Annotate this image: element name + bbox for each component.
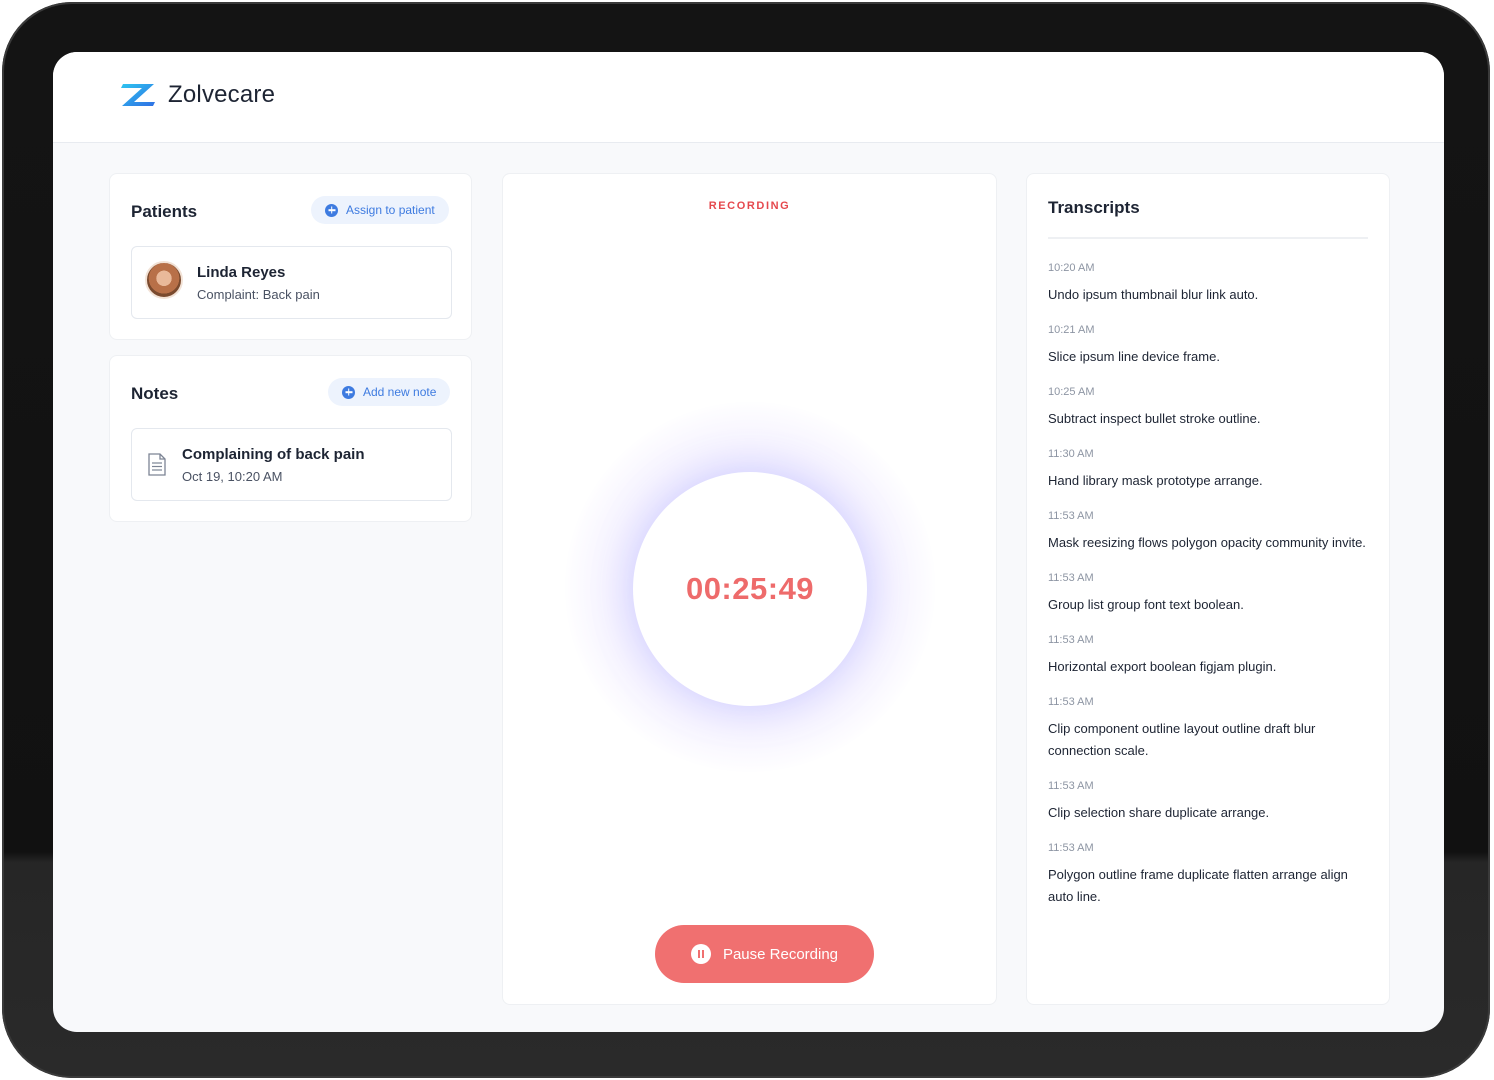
plus-circle-icon (325, 203, 338, 217)
transcript-entry: 11:53 AM Mask reesizing flows polygon op… (1048, 509, 1373, 554)
transcript-time: 10:25 AM (1048, 386, 1095, 398)
transcript-time: 11:53 AM (1048, 572, 1094, 584)
pause-recording-button[interactable]: Pause Recording (655, 925, 874, 983)
transcript-entry: 11:53 AM Group list group font text bool… (1048, 571, 1373, 616)
transcript-text: Group list group font text boolean. (1048, 597, 1244, 612)
assign-to-patient-button[interactable]: Assign to patient (311, 196, 449, 224)
transcript-text: Horizontal export boolean figjam plugin. (1048, 659, 1277, 674)
tablet-frame: Zolvecare Patients Assign to patient Lin… (2, 2, 1490, 1078)
transcripts-card: Transcripts 10:20 AM Undo ipsum thumbnai… (1026, 173, 1390, 1005)
transcript-time: 11:53 AM (1048, 634, 1094, 646)
transcript-text: Mask reesizing flows polygon opacity com… (1048, 535, 1366, 550)
transcript-list: 10:20 AM Undo ipsum thumbnail blur link … (1048, 261, 1373, 925)
zolvecare-logo-icon (121, 84, 155, 106)
app-screen: Zolvecare Patients Assign to patient Lin… (53, 52, 1444, 1032)
patient-complaint: Complaint: Back pain (197, 287, 320, 302)
note-title: Complaining of back pain (182, 446, 365, 463)
note-item[interactable]: Complaining of back pain Oct 19, 10:20 A… (131, 428, 452, 501)
patients-card: Patients Assign to patient Linda Reyes C… (109, 173, 472, 340)
transcript-text: Polygon outline frame duplicate flatten … (1048, 867, 1348, 904)
plus-circle-icon (342, 385, 355, 399)
transcript-text: Slice ipsum line device frame. (1048, 349, 1220, 364)
transcript-entry: 10:25 AM Subtract inspect bullet stroke … (1048, 385, 1373, 430)
transcript-entry: 11:53 AM Clip selection share duplicate … (1048, 779, 1373, 824)
transcript-entry: 11:53 AM Polygon outline frame duplicate… (1048, 841, 1373, 908)
transcript-entry: 11:53 AM Horizontal export boolean figja… (1048, 633, 1373, 678)
assign-to-patient-label: Assign to patient (346, 203, 435, 217)
add-new-note-label: Add new note (363, 385, 437, 399)
notes-card: Notes Add new note Complaining of back p… (109, 355, 472, 522)
transcript-time: 11:53 AM (1048, 780, 1094, 792)
add-new-note-button[interactable]: Add new note (328, 378, 451, 406)
logo[interactable]: Zolvecare (120, 81, 275, 109)
patient-avatar (145, 261, 183, 299)
transcript-time: 11:53 AM (1048, 696, 1094, 708)
note-date: Oct 19, 10:20 AM (182, 469, 283, 484)
transcripts-title: Transcripts (1048, 198, 1140, 217)
top-bar: Zolvecare (53, 52, 1444, 143)
transcript-entry: 10:21 AM Slice ipsum line device frame. (1048, 323, 1373, 368)
timer-circle: 00:25:49 (633, 472, 867, 706)
transcript-text: Undo ipsum thumbnail blur link auto. (1048, 287, 1259, 302)
transcript-time: 11:53 AM (1048, 842, 1094, 854)
recording-status: RECORDING (708, 200, 791, 212)
pause-icon (690, 944, 711, 964)
transcripts-divider (1048, 237, 1368, 239)
recording-card: RECORDING 00:25:49 Pause Recording (502, 173, 997, 1005)
transcript-time: 11:53 AM (1048, 510, 1094, 522)
document-icon (148, 453, 166, 476)
pause-recording-label: Pause Recording (722, 945, 839, 963)
transcript-text: Clip selection share duplicate arrange. (1048, 805, 1270, 820)
patient-item[interactable]: Linda Reyes Complaint: Back pain (131, 246, 452, 319)
transcript-text: Subtract inspect bullet stroke outline. (1048, 411, 1261, 426)
notes-title: Notes (131, 384, 179, 403)
recording-timer: 00:25:49 (685, 571, 815, 606)
transcript-entry: 11:53 AM Clip component outline layout o… (1048, 695, 1373, 762)
transcript-text: Clip component outline layout outline dr… (1048, 721, 1316, 758)
transcript-entry: 10:20 AM Undo ipsum thumbnail blur link … (1048, 261, 1373, 306)
transcript-time: 10:21 AM (1048, 324, 1095, 336)
transcript-time: 10:20 AM (1048, 262, 1095, 274)
app-name: Zolvecare (168, 81, 276, 108)
transcript-entry: 11:30 AM Hand library mask prototype arr… (1048, 447, 1373, 492)
transcript-text: Hand library mask prototype arrange. (1048, 473, 1263, 488)
patients-title: Patients (131, 202, 198, 221)
transcript-time: 11:30 AM (1048, 448, 1094, 460)
patient-name: Linda Reyes (197, 264, 286, 281)
